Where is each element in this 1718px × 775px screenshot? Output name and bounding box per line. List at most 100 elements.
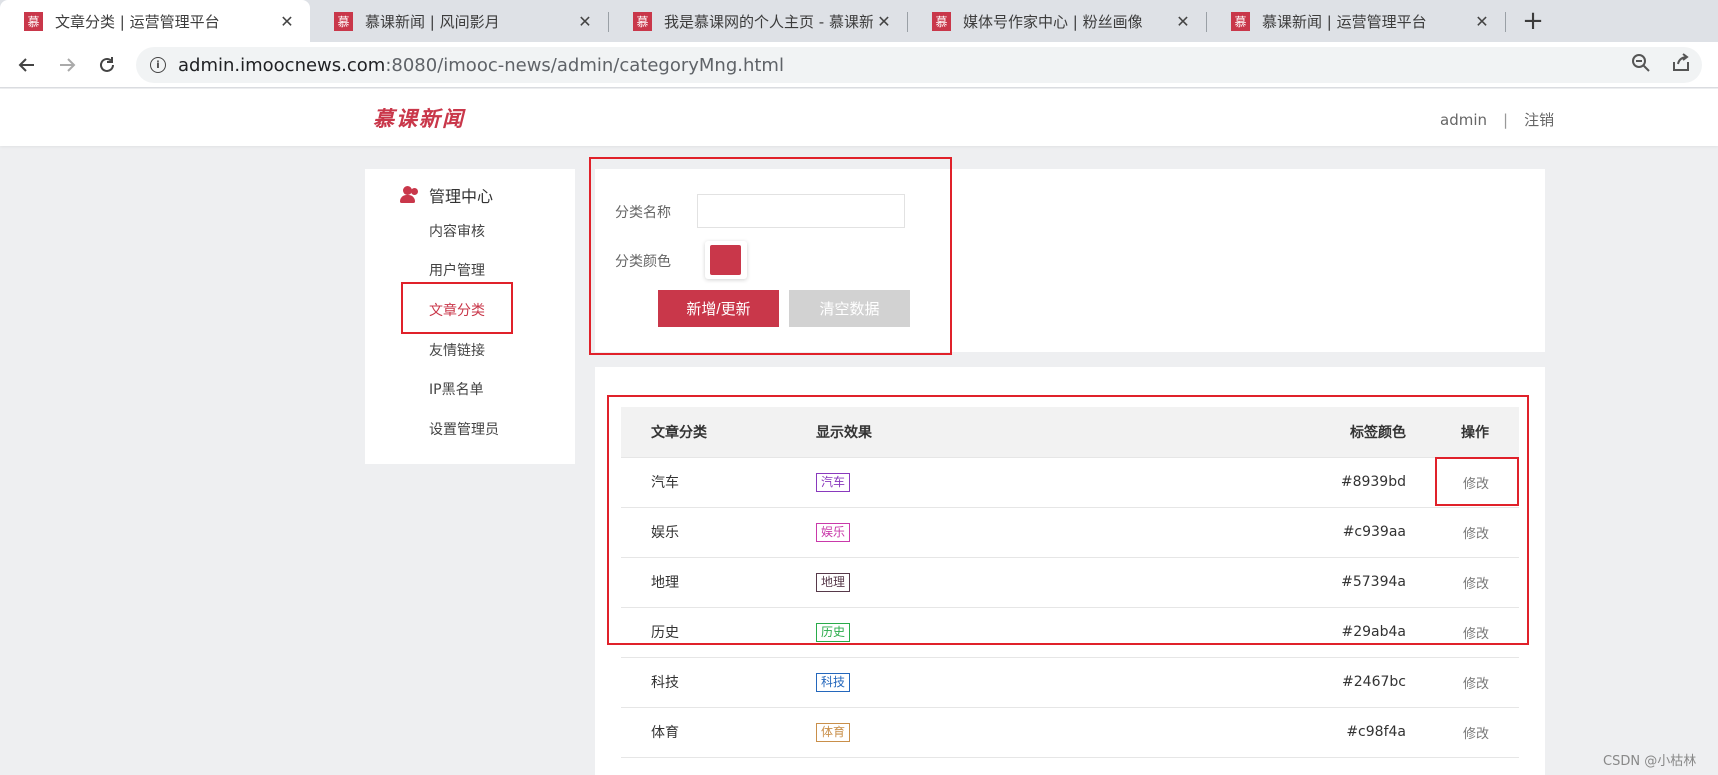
category-name-input[interactable] (697, 194, 905, 228)
browser-tab[interactable]: 慕 慕课新闻 | 运营管理平台 ✕ (1207, 0, 1505, 42)
edit-link[interactable]: 修改 (1406, 557, 1519, 608)
sidebar-title-label: 管理中心 (429, 187, 494, 206)
share-icon[interactable] (1670, 52, 1692, 78)
close-icon[interactable]: ✕ (276, 10, 298, 32)
category-name-cell: 体育 (621, 707, 816, 758)
color-hex-cell: #57394a (1216, 557, 1406, 608)
address-bar[interactable]: i admin.imoocnews.com:8080/imooc-news/ad… (136, 47, 1702, 83)
color-hex-cell: #c939aa (1216, 507, 1406, 558)
username-link[interactable]: admin (1440, 111, 1487, 129)
reload-icon[interactable] (93, 51, 121, 79)
category-tag: 娱乐 (816, 522, 851, 542)
sidebar-item-user-management[interactable]: 用户管理 (429, 260, 485, 280)
site-logo[interactable]: 慕课新闻 (373, 103, 465, 133)
category-name-cell: 娱乐 (621, 507, 816, 558)
browser-tab[interactable]: 慕 慕课新闻 | 风间影月 ✕ (310, 0, 608, 42)
column-header-action: 操作 (1406, 407, 1519, 458)
edit-link[interactable]: 修改 (1406, 607, 1519, 658)
edit-link[interactable]: 修改 (1406, 707, 1519, 758)
category-form: 分类名称 分类颜色 新增/更新 清空数据 (595, 169, 1545, 352)
category-name-cell: 科技 (621, 657, 816, 708)
tab-title: 文章分类 | 运营管理平台 (55, 12, 220, 31)
category-tag: 汽车 (816, 472, 851, 492)
preview-cell: 历史 (816, 607, 1216, 658)
new-tab-button[interactable]: + (1518, 6, 1548, 36)
header-separator: | (1503, 111, 1509, 129)
sidebar: 管理中心 内容审核 用户管理 文章分类 友情链接 IP黑名单 设置管理员 (365, 169, 575, 464)
table-row: 汽车 汽车 #8939bd 修改 (621, 457, 1519, 508)
category-name-cell: 汽车 (621, 457, 816, 508)
tab-title: 慕课新闻 | 运营管理平台 (1262, 12, 1427, 31)
color-hex-cell: #2467bc (1216, 657, 1406, 708)
forward-arrow-icon[interactable] (53, 51, 81, 79)
logout-link[interactable]: 注销 (1524, 111, 1554, 129)
watermark: CSDN @小枯林 (1603, 754, 1697, 769)
sidebar-item-content-review[interactable]: 内容审核 (429, 221, 485, 241)
color-hex-cell: #8939bd (1216, 457, 1406, 508)
table-body: 汽车 汽车 #8939bd 修改 娱乐 娱乐 #c939aa 修改 地理 地理 … (621, 457, 1519, 758)
table-row: 体育 体育 #c98f4a 修改 (621, 707, 1519, 758)
table-row: 娱乐 娱乐 #c939aa 修改 (621, 507, 1519, 558)
close-icon[interactable]: ✕ (1172, 10, 1194, 32)
sidebar-item-ip-blacklist[interactable]: IP黑名单 (429, 379, 484, 399)
site-favicon-icon: 慕 (1231, 11, 1250, 31)
color-hex-cell: #29ab4a (1216, 607, 1406, 658)
color-swatch[interactable] (710, 245, 741, 275)
sidebar-item-friend-links[interactable]: 友情链接 (429, 340, 485, 360)
column-header-category: 文章分类 (621, 407, 816, 458)
table-row: 历史 历史 #29ab4a 修改 (621, 607, 1519, 658)
preview-cell: 汽车 (816, 457, 1216, 508)
back-arrow-icon[interactable] (13, 51, 41, 79)
column-header-color: 标签颜色 (1216, 407, 1406, 458)
category-tag: 历史 (816, 622, 851, 642)
tab-title: 媒体号作家中心 | 粉丝画像 (963, 12, 1143, 31)
browser-tab-bar: 慕 文章分类 | 运营管理平台 ✕ 慕 慕课新闻 | 风间影月 ✕ 慕 我是慕课… (0, 0, 1718, 42)
browser-tab[interactable]: 慕 文章分类 | 运营管理平台 ✕ (0, 0, 310, 42)
site-favicon-icon: 慕 (334, 11, 353, 31)
category-tag: 地理 (816, 572, 851, 592)
edit-link[interactable]: 修改 (1406, 657, 1519, 708)
users-icon (399, 186, 419, 204)
column-header-preview: 显示效果 (816, 407, 1216, 458)
category-name-label: 分类名称 (615, 205, 671, 221)
sidebar-item-admin-settings[interactable]: 设置管理员 (429, 419, 499, 439)
category-tag: 科技 (816, 672, 851, 692)
preview-cell: 体育 (816, 707, 1216, 758)
close-icon[interactable]: ✕ (574, 10, 596, 32)
url-host: admin.imoocnews.com (178, 54, 386, 76)
clear-data-button[interactable]: 清空数据 (789, 290, 910, 327)
close-icon[interactable]: ✕ (1471, 10, 1493, 32)
table-header-row: 文章分类 显示效果 标签颜色 操作 (621, 407, 1519, 458)
tab-title: 慕课新闻 | 风间影月 (365, 12, 500, 31)
category-tag: 体育 (816, 722, 851, 742)
color-picker[interactable] (705, 241, 747, 279)
category-table: 文章分类 显示效果 标签颜色 操作 汽车 汽车 #8939bd 修改 娱乐 娱乐… (621, 407, 1519, 758)
url-text: admin.imoocnews.com:8080/imooc-news/admi… (178, 55, 784, 76)
tab-title: 我是慕课网的个人主页 - 慕课新闻 (664, 12, 873, 31)
edit-link[interactable]: 修改 (1406, 457, 1519, 508)
zoom-icon[interactable] (1630, 52, 1652, 78)
sidebar-item-article-category[interactable]: 文章分类 (429, 300, 485, 320)
edit-link[interactable]: 修改 (1406, 507, 1519, 558)
browser-toolbar: i admin.imoocnews.com:8080/imooc-news/ad… (0, 42, 1718, 88)
app-header: 慕课新闻 admin | 注销 (0, 89, 1718, 146)
preview-cell: 娱乐 (816, 507, 1216, 558)
tab-divider (1505, 12, 1506, 32)
close-icon[interactable]: ✕ (873, 10, 895, 32)
site-info-icon[interactable]: i (150, 57, 166, 73)
site-favicon-icon: 慕 (633, 11, 652, 31)
site-favicon-icon: 慕 (24, 11, 43, 31)
site-favicon-icon: 慕 (932, 11, 951, 31)
header-user-area: admin | 注销 (1440, 109, 1554, 130)
category-color-label: 分类颜色 (615, 254, 671, 270)
add-update-button[interactable]: 新增/更新 (658, 290, 779, 327)
preview-cell: 地理 (816, 557, 1216, 608)
category-table-panel: 文章分类 显示效果 标签颜色 操作 汽车 汽车 #8939bd 修改 娱乐 娱乐… (595, 367, 1545, 775)
category-name-cell: 历史 (621, 607, 816, 658)
table-row: 科技 科技 #2467bc 修改 (621, 657, 1519, 708)
browser-tab[interactable]: 慕 我是慕课网的个人主页 - 慕课新闻 ✕ (609, 0, 907, 42)
category-name-cell: 地理 (621, 557, 816, 608)
color-hex-cell: #c98f4a (1216, 707, 1406, 758)
sidebar-title: 管理中心 (399, 183, 493, 207)
browser-tab[interactable]: 慕 媒体号作家中心 | 粉丝画像 ✕ (908, 0, 1206, 42)
